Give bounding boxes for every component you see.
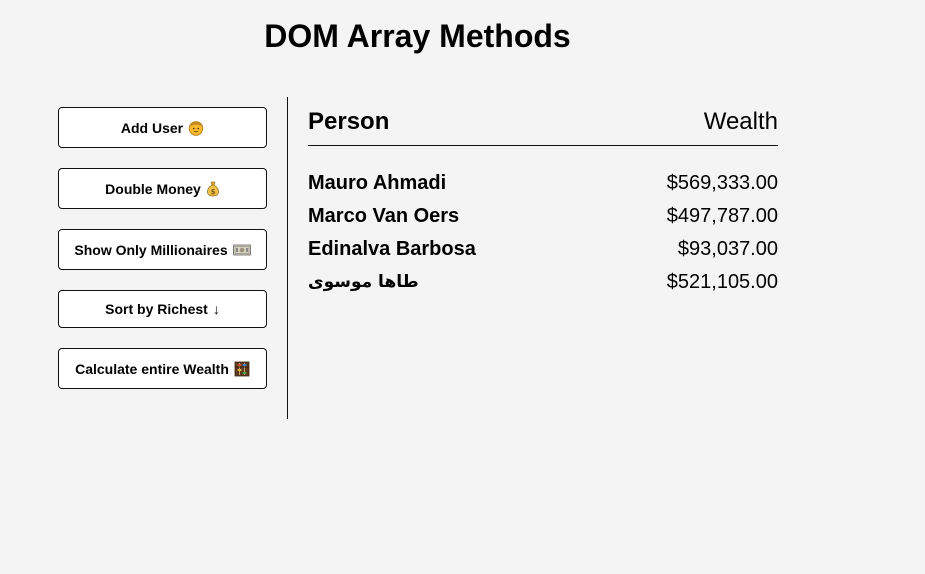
user-face-icon [188,120,204,136]
column-header-wealth: Wealth [703,108,778,135]
person-wealth: $521,105.00 [666,270,778,293]
table-row: Edinalva Barbosa $93,037.00 [308,232,778,265]
sort-richest-label: Sort by Richest [105,301,208,317]
vertical-divider [287,97,288,419]
table-rows: Mauro Ahmadi $569,333.00 Marco Van Oers … [308,166,778,298]
sort-richest-button[interactable]: Sort by Richest ↓ [58,290,267,328]
person-name: طاها موسوی [308,271,419,292]
person-name: Marco Van Oers [308,204,460,227]
table-row: Mauro Ahmadi $569,333.00 [308,166,778,199]
double-money-button[interactable]: Double Money $ [58,168,267,209]
person-wealth: $569,333.00 [666,171,778,194]
abacus-icon [234,361,250,377]
money-bag-icon: $ [206,181,220,197]
add-user-button[interactable]: Add User [58,107,267,148]
svg-text:$: $ [210,188,215,196]
arrow-down-icon: ↓ [212,301,220,317]
page-title: DOM Array Methods [264,18,571,54]
wealth-table: Person Wealth Mauro Ahmadi $569,333.00 M… [308,105,778,298]
add-user-label: Add User [120,119,184,136]
show-millionaires-button[interactable]: Show Only Millionaires [58,229,267,270]
double-money-label: Double Money [105,180,201,197]
person-name: Mauro Ahmadi [308,171,447,194]
banknote-icon [232,244,251,256]
person-name: Edinalva Barbosa [308,237,476,260]
person-wealth: $93,037.00 [677,237,778,260]
calculate-wealth-button[interactable]: Calculate entire Wealth [58,348,267,389]
table-row: طاها موسوی $521,105.00 [308,265,778,298]
calculate-wealth-label: Calculate entire Wealth [75,360,229,377]
table-row: Marco Van Oers $497,787.00 [308,199,778,232]
show-millionaires-label: Show Only Millionaires [74,241,228,258]
table-header: Person Wealth [308,105,778,146]
column-header-person: Person [308,108,390,135]
person-wealth: $497,787.00 [666,204,778,227]
